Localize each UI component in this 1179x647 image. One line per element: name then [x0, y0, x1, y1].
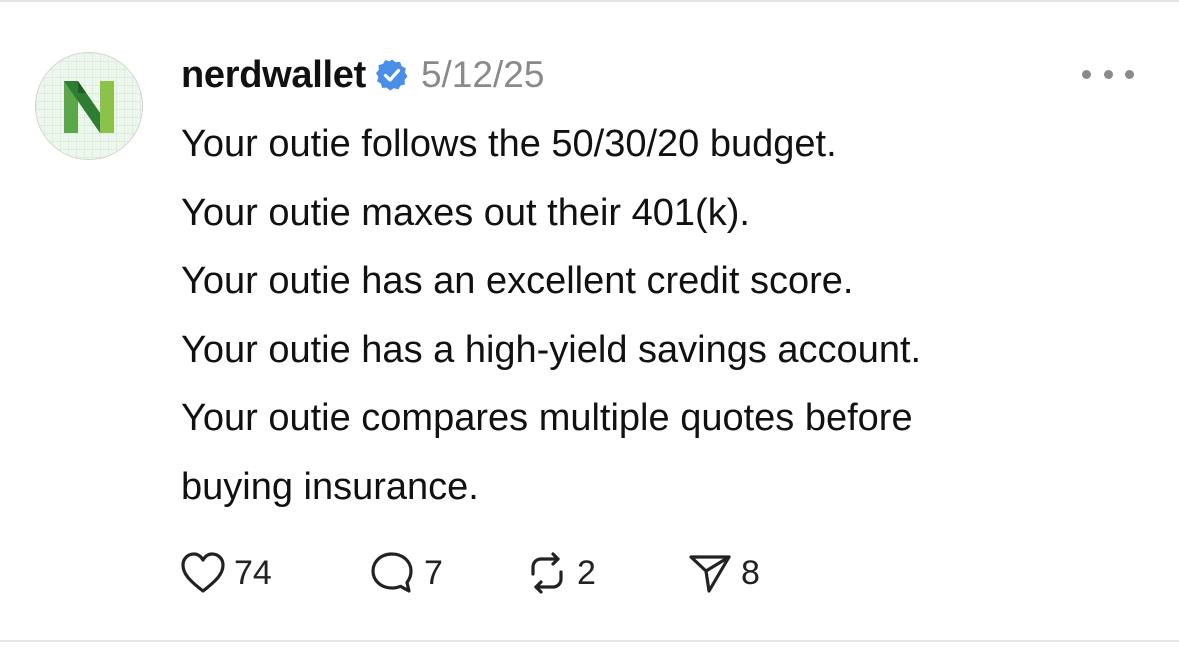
- verified-badge-icon: [375, 58, 409, 92]
- repost-button[interactable]: 2: [525, 550, 687, 596]
- post-line: Your outie follows the 50/30/20 budget.: [181, 123, 837, 165]
- bottom-divider: [0, 640, 1179, 642]
- repost-count: 2: [577, 553, 596, 592]
- like-count: 74: [234, 553, 272, 592]
- top-divider: [0, 0, 1179, 2]
- post-line: Your outie has a high-yield savings acco…: [181, 328, 922, 371]
- post-line: Your outie maxes out their 401(k).: [181, 191, 750, 234]
- reply-count: 7: [424, 553, 443, 592]
- send-icon: [689, 555, 731, 593]
- post-body: Your outie follows the 50/30/20 budget. …: [181, 110, 1141, 521]
- more-options-icon[interactable]: [1082, 62, 1134, 86]
- more-dot: [1103, 69, 1113, 79]
- share-count: 8: [741, 553, 760, 592]
- post-line: Your outie compares multiple quotes befo…: [181, 397, 913, 439]
- nerdwallet-logo-icon: [36, 53, 142, 159]
- like-button[interactable]: 74: [180, 551, 368, 595]
- post-line: Your outie has an excellent credit score…: [181, 260, 854, 302]
- repost-icon: [531, 552, 563, 594]
- share-button[interactable]: 8: [687, 551, 760, 595]
- reply-button[interactable]: 7: [368, 550, 525, 596]
- heart-icon: [181, 552, 225, 593]
- post-line: buying insurance.: [181, 465, 479, 508]
- post-actions: 74 7 2 8: [180, 548, 760, 598]
- more-dot: [1125, 69, 1134, 79]
- post-date[interactable]: 5/12/25: [421, 54, 544, 96]
- post-header: nerdwallet 5/12/25: [181, 52, 544, 98]
- more-dot: [1082, 69, 1091, 79]
- author-name[interactable]: nerdwallet: [181, 54, 366, 97]
- comment-icon: [371, 552, 413, 593]
- avatar[interactable]: [35, 52, 143, 160]
